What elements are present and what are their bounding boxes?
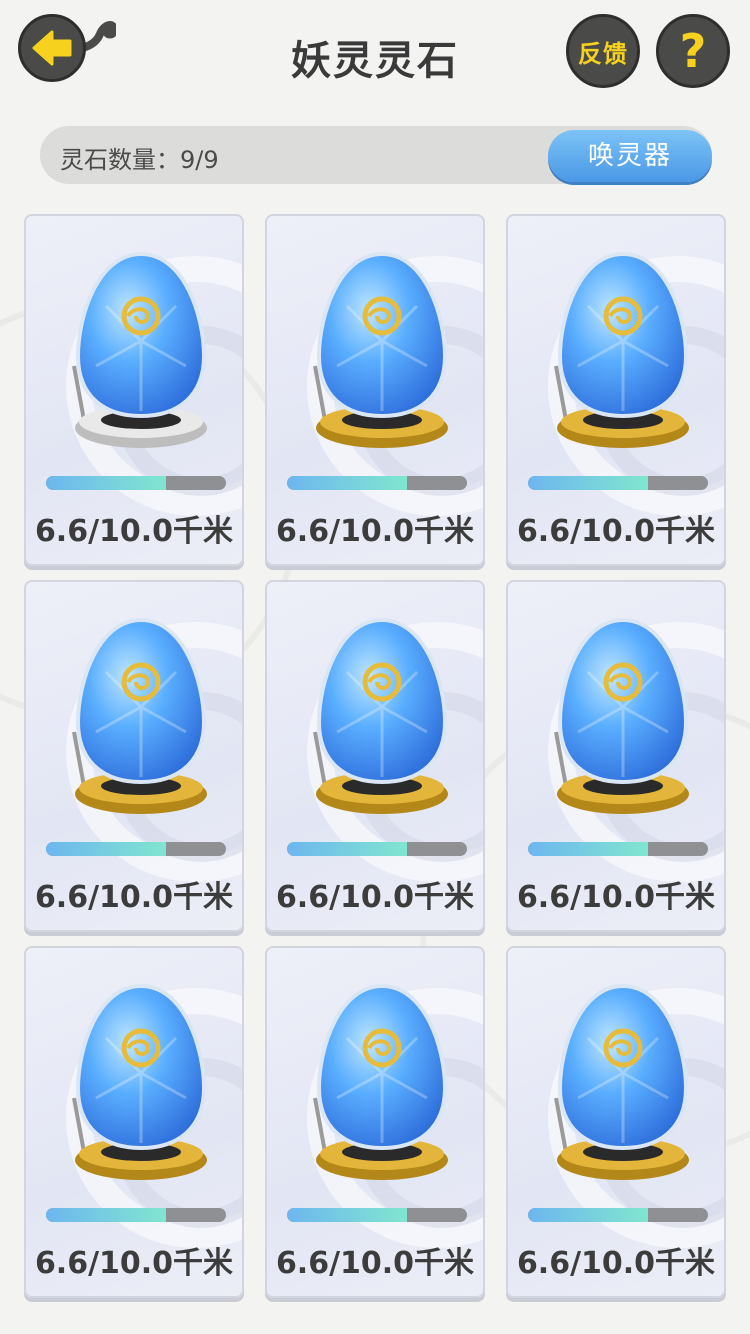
distance-label: 6.6/10.0千米 xyxy=(516,880,716,915)
spirit-stone-egg-icon xyxy=(554,983,689,1180)
stone-card[interactable]: 6.6/10.0千米 xyxy=(265,580,485,932)
spirit-stone-egg-icon xyxy=(313,251,448,448)
stone-card[interactable]: 6.6/10.0千米 xyxy=(24,580,244,932)
distance-label: 6.6/10.0千米 xyxy=(34,880,234,915)
progress-fill xyxy=(287,842,408,856)
spirit-stone-egg-icon xyxy=(72,251,207,448)
progress-fill xyxy=(46,476,167,490)
spirit-stone-egg-icon xyxy=(72,617,207,814)
progress-fill xyxy=(287,476,408,490)
feedback-label: 反馈 xyxy=(578,39,628,68)
distance-progress-bar xyxy=(528,1208,708,1222)
progress-fill xyxy=(287,1208,408,1222)
spirit-stone-egg-icon xyxy=(313,617,448,814)
stone-card[interactable]: 6.6/10.0千米 xyxy=(506,946,726,1298)
stone-card[interactable]: 6.6/10.0千米 xyxy=(24,946,244,1298)
distance-label: 6.6/10.0千米 xyxy=(275,880,475,915)
distance-label: 6.6/10.0千米 xyxy=(275,1246,475,1281)
help-button[interactable]: ? xyxy=(656,14,730,88)
stone-card[interactable]: 6.6/10.0千米 xyxy=(506,214,726,566)
progress-fill xyxy=(46,1208,167,1222)
distance-label: 6.6/10.0千米 xyxy=(516,1246,716,1281)
distance-label: 6.6/10.0千米 xyxy=(34,1246,234,1281)
distance-label: 6.6/10.0千米 xyxy=(34,514,234,549)
stone-card[interactable]: 6.6/10.0千米 xyxy=(24,214,244,566)
distance-progress-bar xyxy=(46,1208,226,1222)
progress-fill xyxy=(528,476,649,490)
distance-progress-bar xyxy=(287,1208,467,1222)
distance-progress-bar xyxy=(287,476,467,490)
stone-count-label: 灵石数量：9/9 xyxy=(60,146,219,174)
distance-progress-bar xyxy=(528,842,708,856)
distance-progress-bar xyxy=(528,476,708,490)
stone-card[interactable]: 6.6/10.0千米 xyxy=(265,946,485,1298)
stone-count-bar: 灵石数量：9/9 唤灵器 xyxy=(40,126,712,184)
summon-device-button[interactable]: 唤灵器 xyxy=(548,130,712,182)
distance-progress-bar xyxy=(46,476,226,490)
spirit-stone-egg-icon xyxy=(554,617,689,814)
progress-fill xyxy=(46,842,167,856)
stone-card[interactable]: 6.6/10.0千米 xyxy=(506,580,726,932)
distance-progress-bar xyxy=(46,842,226,856)
progress-fill xyxy=(528,1208,649,1222)
header: 妖灵灵石 反馈 ? xyxy=(0,0,750,110)
stone-card[interactable]: 6.6/10.0千米 xyxy=(265,214,485,566)
spirit-stone-egg-icon xyxy=(313,983,448,1180)
spirit-stone-egg-icon xyxy=(72,983,207,1180)
distance-label: 6.6/10.0千米 xyxy=(516,514,716,549)
distance-progress-bar xyxy=(287,842,467,856)
question-mark-icon: ? xyxy=(679,24,707,78)
progress-fill xyxy=(528,842,649,856)
distance-label: 6.6/10.0千米 xyxy=(275,514,475,549)
spirit-stone-egg-icon xyxy=(554,251,689,448)
feedback-button[interactable]: 反馈 xyxy=(566,14,640,88)
